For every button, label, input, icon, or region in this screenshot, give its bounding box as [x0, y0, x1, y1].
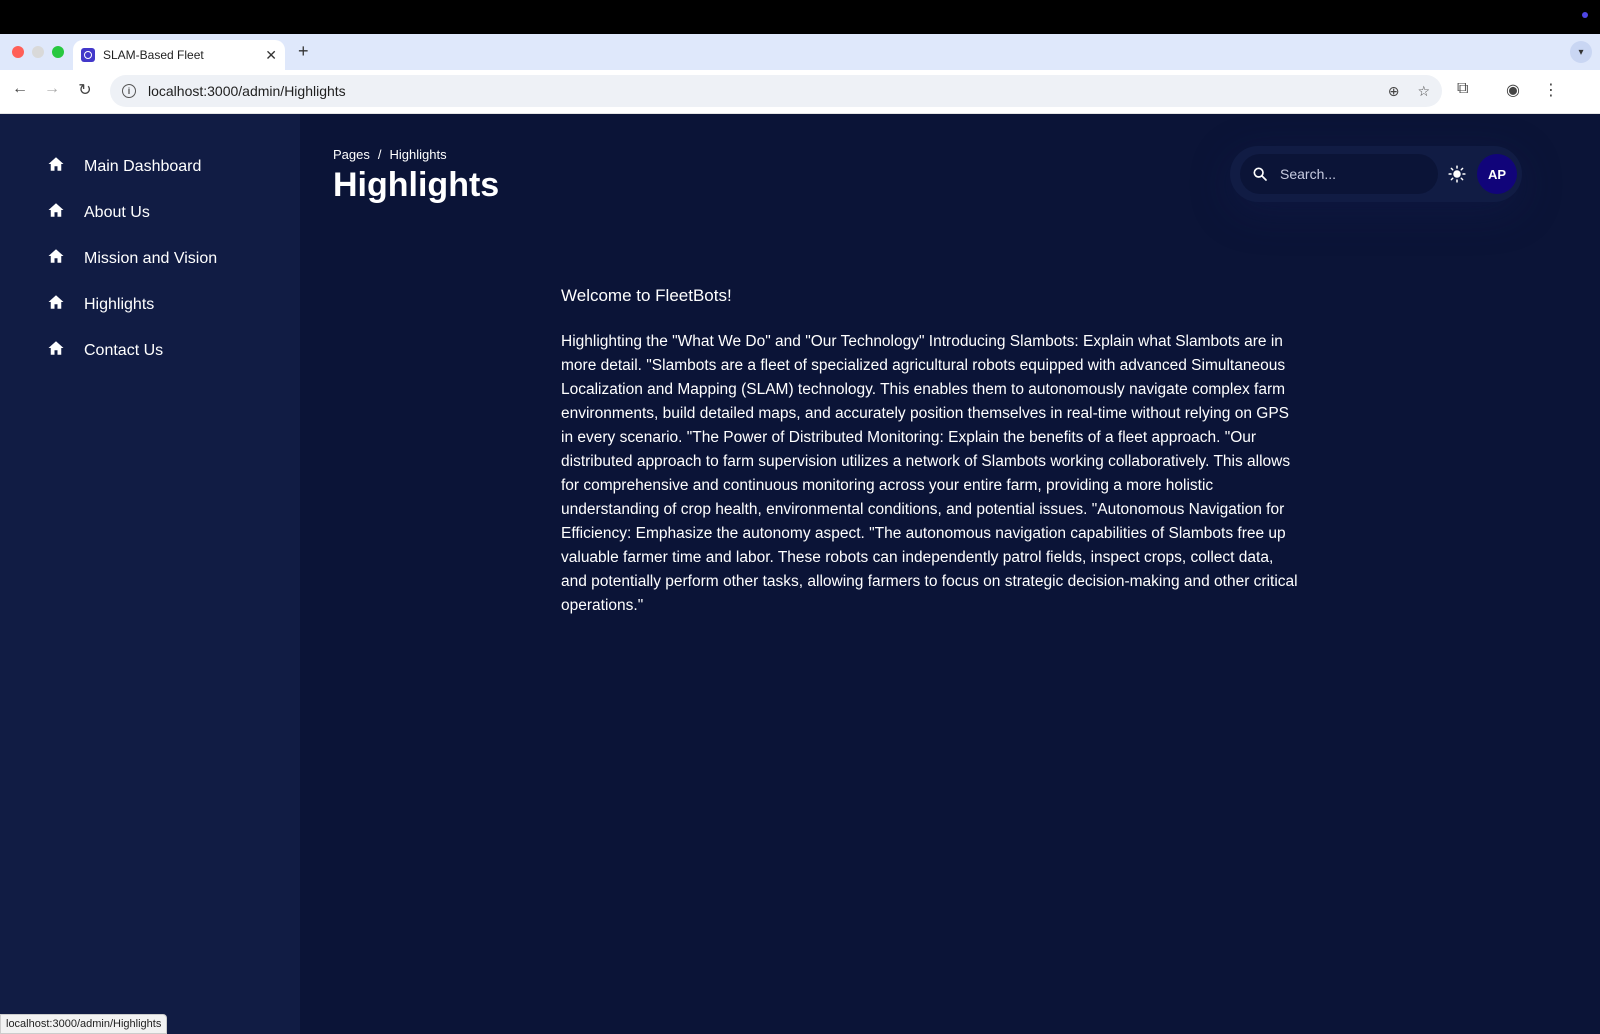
tab-close-icon[interactable]: ✕ — [265, 47, 277, 64]
site-info-icon[interactable]: i — [122, 84, 136, 98]
sidebar-item-mission-and-vision[interactable]: Mission and Vision — [47, 249, 218, 268]
home-icon — [48, 295, 64, 309]
search-box[interactable] — [1240, 154, 1438, 194]
os-menu-bar — [0, 0, 1600, 34]
home-icon — [48, 341, 64, 355]
bookmark-star-icon[interactable]: ☆ — [1417, 83, 1430, 100]
tab-title: SLAM-Based Fleet — [103, 48, 204, 62]
home-icon — [48, 157, 64, 171]
breadcrumb-current[interactable]: Highlights — [390, 147, 447, 162]
link-status-bar: localhost:3000/admin/Highlights — [0, 1014, 168, 1034]
sidebar-item-label: Mission and Vision — [84, 250, 218, 267]
minimize-window-button[interactable] — [32, 46, 44, 58]
forward-arrow-icon[interactable]: → — [40, 80, 64, 98]
home-icon — [48, 203, 64, 217]
sun-icon[interactable] — [1448, 165, 1466, 183]
highlights-body: Highlighting the "What We Do" and "Our T… — [561, 333, 1298, 614]
sidebar-item-main-dashboard[interactable]: Main Dashboard — [47, 157, 202, 176]
search-input[interactable] — [1280, 166, 1420, 182]
breadcrumb-root[interactable]: Pages — [333, 147, 370, 162]
main-content: Welcome to FleetBots! Highlighting the "… — [561, 286, 1301, 618]
new-tab-button[interactable]: + — [298, 41, 309, 62]
url-text[interactable]: localhost:3000/admin/Highlights — [148, 83, 1388, 99]
profile-icon[interactable]: ◉ — [1506, 80, 1520, 100]
window-controls — [12, 46, 64, 58]
status-dot — [1582, 12, 1588, 18]
welcome-heading: Welcome to FleetBots! — [561, 286, 732, 305]
close-window-button[interactable] — [12, 46, 24, 58]
zoom-icon[interactable]: ⊕ — [1388, 83, 1400, 100]
browser-menu-icon[interactable]: ⋮ — [1543, 80, 1559, 100]
page-title: Highlights — [333, 166, 500, 204]
home-icon — [48, 249, 64, 263]
favicon-icon — [81, 48, 95, 62]
browser-tab[interactable]: SLAM-Based Fleet ✕ — [73, 40, 285, 70]
browser-tab-strip: SLAM-Based Fleet ✕ + ▾ — [0, 34, 1600, 70]
sidebar-item-label: About Us — [84, 204, 150, 221]
header-actions: AP — [1230, 146, 1522, 202]
tab-search-button[interactable]: ▾ — [1570, 41, 1592, 63]
extensions-icon[interactable]: ⧉ — [1457, 80, 1468, 98]
maximize-window-button[interactable] — [52, 46, 64, 58]
breadcrumb-separator: / — [377, 147, 382, 162]
app-root: Main Dashboard About Us Mission and Visi… — [0, 114, 1600, 1034]
sidebar-item-label: Contact Us — [84, 342, 164, 359]
sidebar-item-about-us[interactable]: About Us — [47, 203, 150, 222]
search-icon — [1253, 167, 1267, 181]
address-bar[interactable]: i localhost:3000/admin/Highlights ⊕ ☆ — [110, 75, 1442, 107]
sidebar-item-label: Main Dashboard — [84, 158, 202, 175]
browser-toolbar: ← → ↻ i localhost:3000/admin/Highlights … — [0, 70, 1600, 114]
back-arrow-icon[interactable]: ← — [8, 80, 32, 98]
avatar[interactable]: AP — [1477, 154, 1517, 194]
reload-icon[interactable]: ↻ — [73, 80, 97, 100]
sidebar-item-label: Highlights — [84, 296, 155, 313]
sidebar: Main Dashboard About Us Mission and Visi… — [0, 114, 300, 1034]
sidebar-item-highlights[interactable]: Highlights — [47, 295, 155, 314]
breadcrumb: Pages / Highlights — [333, 147, 447, 162]
sidebar-item-contact-us[interactable]: Contact Us — [47, 341, 164, 360]
